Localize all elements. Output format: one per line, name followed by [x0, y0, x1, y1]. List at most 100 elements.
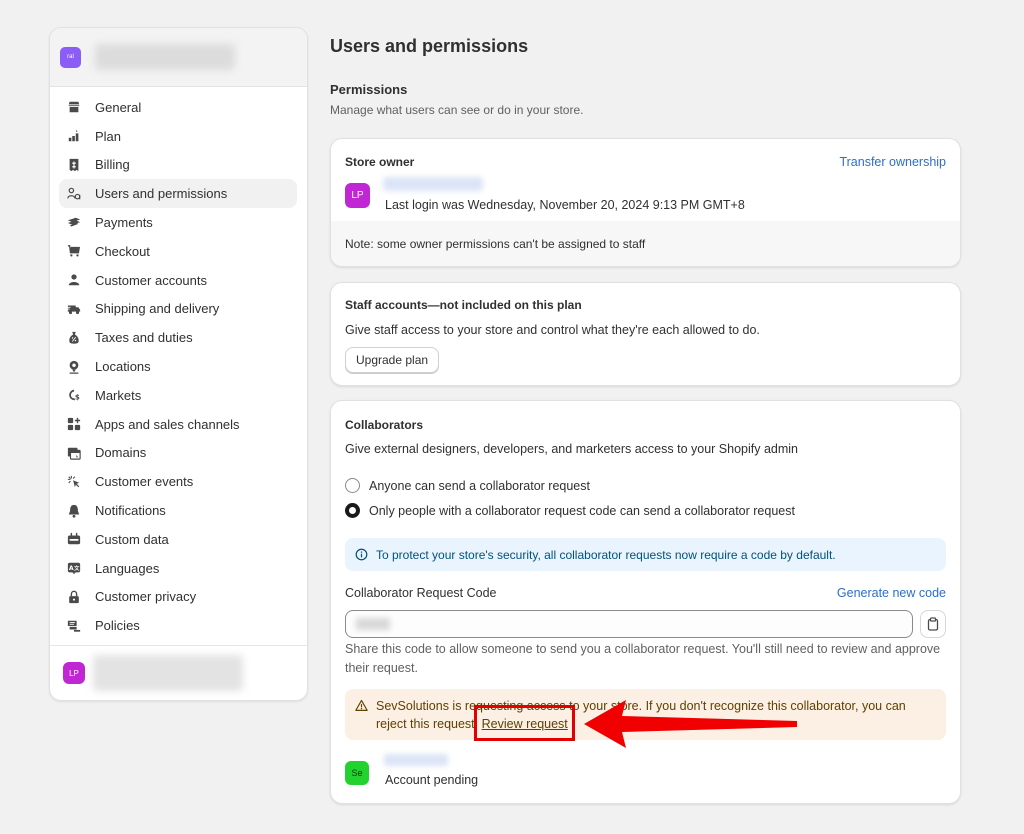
- collaborators-card: Collaborators Give external designers, d…: [330, 400, 961, 804]
- store-switcher[interactable]: ral: [50, 28, 307, 87]
- warning-text: SevSolutions is requesting access to you…: [376, 697, 936, 733]
- policies-icon: [66, 618, 81, 633]
- permissions-description: Manage what users can see or do in your …: [330, 103, 584, 117]
- apps-icon: [66, 417, 81, 432]
- sidebar-item-label: Customer accounts: [95, 272, 207, 288]
- sidebar-item-locations[interactable]: Locations: [59, 352, 297, 381]
- sidebar-item-label: Apps and sales channels: [95, 416, 240, 432]
- store-icon: [66, 100, 81, 115]
- sidebar-item-markets[interactable]: $ Markets: [59, 381, 297, 410]
- sidebar-item-customer-events[interactable]: Customer events: [59, 467, 297, 496]
- sidebar-item-users-and-permissions[interactable]: Users and permissions: [59, 179, 297, 209]
- sidebar-item-label: Payments: [95, 215, 153, 231]
- page-title: Users and permissions: [330, 36, 529, 56]
- cursor-click-icon: [66, 474, 81, 489]
- owner-note: Note: some owner permissions can't be as…: [331, 221, 960, 266]
- domains-icon: [66, 445, 81, 460]
- sidebar-item-domains[interactable]: Domains: [59, 439, 297, 468]
- staff-accounts-card: Staff accounts—not included on this plan…: [330, 282, 961, 386]
- pending-collaborator-name-redacted[interactable]: [384, 754, 448, 766]
- language-icon: A文: [66, 561, 81, 576]
- upgrade-plan-button[interactable]: Upgrade plan: [345, 347, 440, 373]
- transfer-ownership-link[interactable]: Transfer ownership: [839, 155, 946, 169]
- clipboard-icon: [927, 617, 939, 631]
- sidebar-item-label: Customer events: [95, 474, 194, 490]
- radio-button[interactable]: [345, 478, 360, 493]
- request-code-help: Share this code to allow someone to send…: [345, 642, 941, 675]
- payments-icon: [66, 215, 81, 230]
- truck-icon: [66, 301, 81, 316]
- sidebar-item-label: Domains: [95, 445, 147, 461]
- pending-status: Account pending: [385, 773, 479, 787]
- review-request-link[interactable]: Review request: [482, 717, 568, 731]
- info-banner-text: To protect your store's security, all co…: [376, 547, 836, 562]
- sidebar-item-label: Custom data: [95, 531, 169, 547]
- store-name-redacted: [95, 44, 235, 70]
- sidebar-item-billing[interactable]: Billing: [59, 151, 297, 180]
- sidebar-item-checkout[interactable]: Checkout: [59, 237, 297, 266]
- sidebar-item-label: Checkout: [95, 243, 150, 259]
- store-avatar: ral: [60, 46, 81, 68]
- sidebar-item-apps-and-sales-channels[interactable]: Apps and sales channels: [59, 410, 297, 439]
- store-owner-title: Store owner: [345, 155, 415, 169]
- sidebar-item-label: Plan: [95, 128, 122, 144]
- collaborator-request-warning: SevSolutions is requesting access to you…: [345, 689, 946, 740]
- request-code-label: Collaborator Request Code: [345, 586, 497, 600]
- info-icon: [355, 548, 368, 561]
- sidebar-item-taxes-and-duties[interactable]: Taxes and duties: [59, 323, 297, 352]
- sidebar-item-shipping-and-delivery[interactable]: Shipping and delivery: [59, 295, 297, 324]
- radio-label: Anyone can send a collaborator request: [369, 478, 590, 493]
- sidebar-item-label: Billing: [95, 157, 130, 173]
- location-pin-icon: [66, 359, 81, 374]
- sidebar-item-label: Policies: [95, 618, 140, 634]
- tax-bag-icon: [66, 330, 81, 345]
- warning-icon: [355, 699, 368, 711]
- sidebar-item-label: Markets: [95, 387, 142, 403]
- request-code-field[interactable]: [345, 610, 913, 638]
- collaborators-description: Give external designers, developers, and…: [345, 442, 799, 456]
- sidebar-item-label: Languages: [95, 560, 160, 576]
- user-name-redacted: [93, 655, 243, 691]
- copy-code-button[interactable]: [920, 610, 946, 638]
- sidebar-item-plan[interactable]: Plan: [59, 122, 297, 151]
- radio-button-checked[interactable]: [345, 503, 360, 518]
- plan-icon: [66, 129, 81, 144]
- security-info-banner: To protect your store's security, all co…: [345, 538, 946, 571]
- lock-icon: [66, 589, 81, 604]
- radio-code-only[interactable]: Only people with a collaborator request …: [345, 503, 795, 518]
- settings-sidebar: ral General Plan Billing Users and permissi…: [49, 27, 308, 701]
- request-code-redacted: [356, 618, 390, 630]
- generate-new-code-link[interactable]: Generate new code: [837, 586, 946, 600]
- radio-anyone[interactable]: Anyone can send a collaborator request: [345, 478, 590, 493]
- bell-icon: [66, 503, 81, 518]
- sidebar-item-label: Locations: [95, 359, 151, 375]
- sidebar-item-label: Notifications: [95, 503, 166, 519]
- sidebar-item-languages[interactable]: A 文 Languages: [59, 554, 297, 583]
- user-profile[interactable]: LP: [50, 645, 307, 700]
- staff-title: Staff accounts—not included on this plan: [345, 298, 582, 312]
- svg-text:文: 文: [74, 564, 80, 572]
- radio-label: Only people with a collaborator request …: [369, 503, 795, 518]
- receipt-dollar-icon: [66, 157, 81, 172]
- sidebar-item-label: Users and permissions: [95, 186, 228, 202]
- pending-collaborator-avatar: Se: [345, 761, 369, 785]
- sidebar-item-general[interactable]: General: [59, 93, 297, 122]
- owner-name-redacted[interactable]: [383, 177, 483, 191]
- owner-avatar: LP: [345, 183, 370, 208]
- person-icon: [66, 273, 81, 288]
- sidebar-item-notifications[interactable]: Notifications: [59, 496, 297, 525]
- sidebar-item-payments[interactable]: Payments: [59, 208, 297, 237]
- warning-message: SevSolutions is requesting access to you…: [376, 699, 906, 731]
- settings-nav: General Plan Billing Users and permissions P…: [50, 87, 307, 640]
- sidebar-item-policies[interactable]: Policies: [59, 611, 297, 640]
- svg-text:A: A: [68, 565, 73, 572]
- cart-icon: [66, 244, 81, 259]
- staff-description: Give staff access to your store and cont…: [345, 323, 760, 337]
- custom-data-icon: [66, 532, 81, 547]
- sidebar-item-label: Shipping and delivery: [95, 301, 220, 317]
- sidebar-item-label: Customer privacy: [95, 589, 197, 605]
- sidebar-item-custom-data[interactable]: Custom data: [59, 525, 297, 554]
- collaborators-title: Collaborators: [345, 418, 424, 432]
- sidebar-item-customer-privacy[interactable]: Customer privacy: [59, 583, 297, 612]
- sidebar-item-customer-accounts[interactable]: Customer accounts: [59, 266, 297, 295]
